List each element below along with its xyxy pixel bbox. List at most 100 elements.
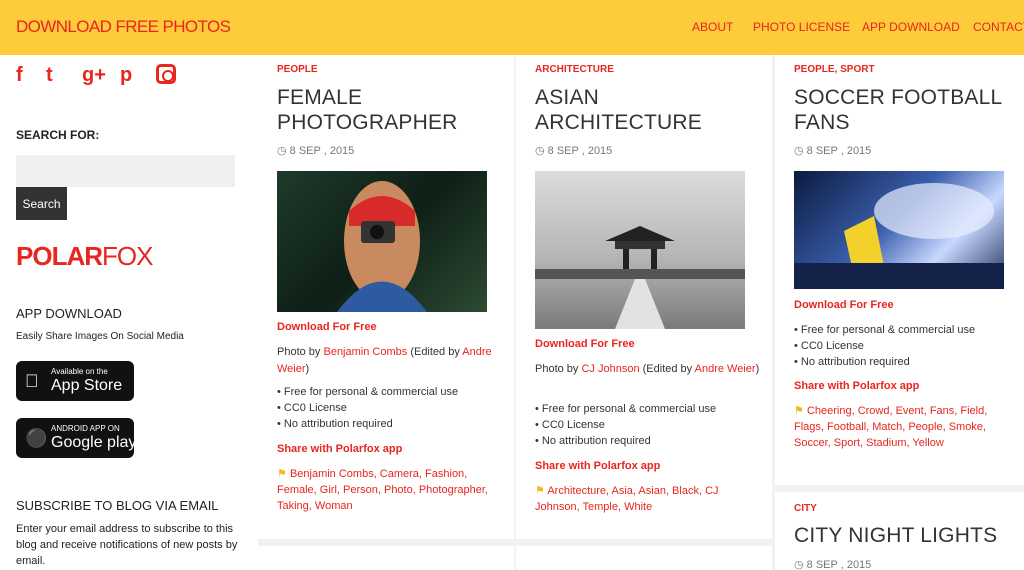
credit-close: ): [305, 363, 310, 375]
share-link[interactable]: Share with Polarfox app: [535, 460, 660, 472]
post-date: ◷ 8 SEP , 2015: [277, 144, 354, 157]
clock-icon: ◷: [794, 145, 804, 157]
tag-icon: ⚑: [277, 468, 287, 480]
download-link[interactable]: Download For Free: [794, 299, 894, 311]
license-item: Free for personal & commercial use: [277, 384, 458, 400]
nav-app-download[interactable]: APP DOWNLOAD: [862, 20, 960, 34]
tag-list[interactable]: Cheering, Crowd, Event, Fans, Field, Fla…: [794, 405, 987, 449]
license-list: Free for personal & commercial use CC0 L…: [794, 322, 975, 370]
license-item: No attribution required: [277, 416, 458, 432]
license-item: No attribution required: [535, 433, 716, 449]
nav-photo-license[interactable]: PHOTO LICENSE: [753, 20, 850, 34]
credit-close: ): [755, 363, 760, 375]
post-card-city-night-lights: CITY CITY NIGHT LIGHTS ◷ 8 SEP , 2015: [775, 492, 1024, 570]
post-date-text: 8 SEP , 2015: [289, 145, 355, 157]
search-button[interactable]: Search: [16, 187, 67, 220]
google-play-button[interactable]: ⚫ ANDROID APP ON Google play: [16, 418, 137, 458]
post-card-partial: [258, 546, 514, 570]
subscribe-text: Enter your email address to subscribe to…: [16, 523, 238, 567]
tag-list[interactable]: Architecture, Asia, Asian, Black, CJ Joh…: [535, 485, 719, 513]
editor-link[interactable]: Andre Weier: [695, 363, 756, 375]
subscribe-title: SUBSCRIBE TO BLOG VIA EMAIL: [16, 498, 219, 513]
app-download-subtitle: Easily Share Images On Social Media: [16, 331, 184, 342]
license-item: CC0 License: [535, 417, 716, 433]
post-card-asian-architecture: ARCHITECTURE ASIAN ARCHITECTURE ◷ 8 SEP …: [516, 55, 772, 539]
post-photo[interactable]: [277, 171, 487, 312]
post-date-text: 8 SEP , 2015: [806, 145, 872, 157]
post-category[interactable]: ARCHITECTURE: [535, 64, 614, 75]
facebook-icon[interactable]: f: [16, 64, 23, 86]
google-plus-icon[interactable]: g+: [82, 64, 106, 86]
app-store-big-text: App Store: [51, 377, 123, 394]
app-store-small-text: Available on the: [51, 367, 108, 376]
app-store-button[interactable]:  Available on the App Store: [16, 361, 134, 401]
credit-edited-by: (Edited by: [410, 346, 460, 358]
post-title[interactable]: FEMALE PHOTOGRAPHER: [277, 85, 497, 135]
post-date-text: 8 SEP , 2015: [547, 145, 613, 157]
post-date: ◷ 8 SEP , 2015: [794, 144, 871, 157]
license-item: CC0 License: [277, 400, 458, 416]
post-card-partial: [516, 546, 772, 570]
search-input[interactable]: [16, 155, 235, 187]
post-title[interactable]: CITY NIGHT LIGHTS: [794, 523, 1014, 548]
photographer-link[interactable]: Benjamin Combs: [323, 346, 407, 358]
credit-edited-by: (Edited by: [642, 363, 693, 375]
post-photo[interactable]: [794, 171, 1004, 289]
tag-icon: ⚑: [535, 485, 545, 497]
post-date: ◷ 8 SEP , 2015: [535, 144, 612, 157]
google-play-small-text: ANDROID APP ON: [51, 424, 120, 433]
post-tags: ⚑ Architecture, Asia, Asian, Black, CJ J…: [535, 483, 755, 515]
clock-icon: ◷: [535, 145, 545, 157]
license-item: CC0 License: [794, 338, 975, 354]
share-link[interactable]: Share with Polarfox app: [794, 380, 919, 392]
main-nav: ABOUT PHOTO LICENSE APP DOWNLOAD CONTACT: [0, 20, 1024, 36]
license-item: Free for personal & commercial use: [794, 322, 975, 338]
tag-list[interactable]: Benjamin Combs, Camera, Fashion, Female,…: [277, 468, 488, 512]
logo-part-polar: POLAR: [16, 241, 103, 271]
license-list: Free for personal & commercial use CC0 L…: [277, 384, 458, 432]
photo-soccer-fans: [794, 183, 1004, 289]
photo-female-photographer: [337, 181, 427, 312]
download-link[interactable]: Download For Free: [535, 338, 635, 350]
post-category[interactable]: PEOPLE, SPORT: [794, 64, 875, 75]
apple-icon: : [25, 370, 39, 392]
post-tags: ⚑ Benjamin Combs, Camera, Fashion, Femal…: [277, 466, 497, 514]
instagram-icon[interactable]: [156, 64, 176, 84]
post-photo[interactable]: [535, 171, 745, 329]
header-bar: DOWNLOAD FREE PHOTOS ABOUT PHOTO LICENSE…: [0, 0, 1024, 55]
tag-icon: ⚑: [794, 405, 804, 417]
credit-photo-by: Photo by: [277, 346, 321, 358]
post-category[interactable]: PEOPLE: [277, 64, 318, 75]
post-tags: ⚑ Cheering, Crowd, Event, Fans, Field, F…: [794, 403, 1014, 451]
android-icon: ⚫: [25, 428, 48, 448]
twitter-icon[interactable]: t: [46, 64, 53, 86]
sidebar: f t g+ p SEARCH FOR: Search POLARFOX APP…: [0, 55, 258, 570]
photo-credit: Photo by CJ Johnson (Edited by Andre Wei…: [535, 361, 760, 378]
polarfox-logo[interactable]: POLARFOX: [16, 241, 153, 272]
download-link[interactable]: Download For Free: [277, 321, 377, 333]
credit-photo-by: Photo by: [535, 363, 579, 375]
clock-icon: ◷: [794, 559, 804, 570]
post-date: ◷ 8 SEP , 2015: [794, 558, 871, 570]
search-label: SEARCH FOR:: [16, 128, 100, 142]
nav-about[interactable]: ABOUT: [692, 20, 733, 34]
post-date-text: 8 SEP , 2015: [806, 559, 872, 570]
google-play-big-text: Google play: [51, 434, 137, 451]
photographer-link[interactable]: CJ Johnson: [581, 363, 639, 375]
logo-part-fox: FOX: [102, 241, 153, 271]
license-list: Free for personal & commercial use CC0 L…: [535, 401, 716, 449]
pinterest-icon[interactable]: p: [120, 64, 132, 86]
post-category[interactable]: CITY: [794, 503, 817, 514]
clock-icon: ◷: [277, 145, 287, 157]
photo-credit: Photo by Benjamin Combs (Edited by Andre…: [277, 344, 502, 378]
photo-asian-architecture: [535, 226, 745, 329]
license-item: No attribution required: [794, 354, 975, 370]
post-title[interactable]: SOCCER FOOTBALL FANS: [794, 85, 1014, 135]
post-card-female-photographer: PEOPLE FEMALE PHOTOGRAPHER ◷ 8 SEP , 201…: [258, 55, 514, 539]
post-title[interactable]: ASIAN ARCHITECTURE: [535, 85, 755, 135]
nav-contact[interactable]: CONTACT: [973, 20, 1024, 34]
app-download-title: APP DOWNLOAD: [16, 306, 122, 321]
post-card-soccer-football-fans: PEOPLE, SPORT SOCCER FOOTBALL FANS ◷ 8 S…: [775, 55, 1024, 485]
share-link[interactable]: Share with Polarfox app: [277, 443, 402, 455]
license-item: Free for personal & commercial use: [535, 401, 716, 417]
